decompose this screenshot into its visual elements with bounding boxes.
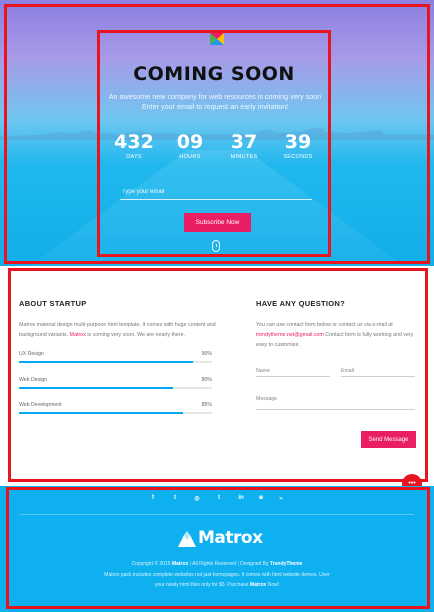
- countdown-value: 37: [230, 131, 258, 153]
- countdown-label: MINUTES: [230, 154, 258, 160]
- skill-web-development: Web Development 85%: [19, 402, 212, 414]
- skill-name: Web Development: [19, 402, 62, 408]
- footer-description: Matrox pack includes complete websites n…: [30, 570, 404, 580]
- dribbble-icon[interactable]: ◎: [192, 495, 202, 502]
- skill-progress-track: [19, 387, 212, 389]
- skill-percent: 80%: [201, 377, 212, 383]
- skill-progress-fill: [19, 361, 193, 363]
- subscribe-button[interactable]: Subscribe Now: [184, 213, 251, 232]
- linkedin-icon[interactable]: in: [236, 495, 246, 501]
- question-text-part: You can use contact form below or contac…: [256, 322, 393, 328]
- name-field[interactable]: [256, 365, 330, 377]
- skill-progress-track: [19, 412, 212, 414]
- footer-desc-part: Now!: [267, 582, 280, 588]
- copyright-brand[interactable]: Matrox: [172, 561, 188, 567]
- countdown-seconds: 39 SECONDS: [276, 132, 320, 160]
- countdown-value: 39: [284, 131, 312, 153]
- brand-logo-icon: [178, 531, 196, 547]
- rights-text: All Rights Reserved: [192, 561, 237, 567]
- footer-description-2: your newly html files only for $5. Purch…: [30, 580, 404, 590]
- facebook-icon[interactable]: f: [148, 495, 158, 501]
- scroll-down-icon[interactable]: [212, 240, 220, 252]
- footer-brand[interactable]: Matrox: [178, 528, 268, 550]
- countdown-label: SECONDS: [283, 154, 313, 160]
- countdown-label: HOURS: [179, 154, 201, 160]
- countdown-minutes: 37 MINUTES: [222, 132, 266, 160]
- page-title: COMING SOON: [133, 63, 295, 85]
- rss-icon[interactable]: ⌁: [276, 495, 286, 502]
- send-message-button[interactable]: Send Message: [361, 431, 416, 448]
- hero-subtitle-line1: An awesome new company for web resources…: [108, 92, 322, 101]
- skill-progress-fill: [19, 412, 184, 414]
- brand-logo-icon: [210, 33, 224, 45]
- skill-ux-design: UX Design 90%: [19, 351, 212, 363]
- skill-percent: 90%: [201, 351, 212, 357]
- social-links: f t ◎ t in ◙ ⌁: [148, 495, 288, 505]
- brand-name: Matrox: [198, 528, 263, 548]
- footer-desc-part: your newly html files only for $5. Purch…: [154, 582, 249, 588]
- skill-progress-track: [19, 361, 212, 363]
- countdown-timer: 432 DAYS 09 HOURS 37 MINUTES 39 SECONDS: [112, 132, 322, 166]
- designed-by-text: Designed By: [240, 561, 269, 567]
- about-title: ABOUT STARTUP: [19, 299, 87, 308]
- skill-percent: 85%: [201, 402, 212, 408]
- skill-name: UX Design: [19, 351, 44, 357]
- question-title: HAVE ANY QUESTION?: [256, 299, 346, 308]
- about-text-highlight[interactable]: Matrox: [70, 332, 86, 338]
- footer-divider: [20, 514, 414, 515]
- instagram-icon[interactable]: ◙: [256, 495, 266, 501]
- twitter-icon[interactable]: t: [170, 495, 180, 501]
- skill-name: Web Design: [19, 377, 48, 383]
- countdown-label: DAYS: [126, 154, 142, 160]
- copyright-text: Copyright © 2015: [131, 561, 171, 567]
- question-text: You can use contact form below or contac…: [256, 320, 421, 350]
- about-text-part: is coming very soon. We are nearly there…: [87, 332, 186, 338]
- about-text: Matrox material design multi-purpose htm…: [19, 320, 219, 340]
- email-field[interactable]: [341, 365, 415, 377]
- hero-subtitle: An awesome new company for web resources…: [100, 92, 330, 112]
- countdown-value: 432: [114, 131, 154, 153]
- designer-link[interactable]: TrendyTheme: [270, 561, 303, 567]
- contact-email-link[interactable]: trendytheme.net@gmail.com: [256, 332, 324, 338]
- countdown-hours: 09 HOURS: [168, 132, 212, 160]
- skill-web-design: Web Design 80%: [19, 377, 212, 389]
- copyright-line: Copyright © 2015 Matrox | All Rights Res…: [131, 561, 303, 567]
- tumblr-icon[interactable]: t: [214, 495, 224, 501]
- footer-desc-line1: Matrox pack includes complete websites n…: [104, 572, 330, 578]
- skill-progress-fill: [19, 387, 174, 389]
- message-field[interactable]: [256, 388, 415, 410]
- hero-subtitle-line2: Enter your email to request an early inv…: [141, 102, 289, 111]
- purchase-brand-link[interactable]: Matrox: [250, 582, 266, 588]
- countdown-value: 09: [176, 131, 204, 153]
- countdown-days: 432 DAYS: [112, 132, 156, 160]
- subscribe-email-input[interactable]: [120, 184, 312, 200]
